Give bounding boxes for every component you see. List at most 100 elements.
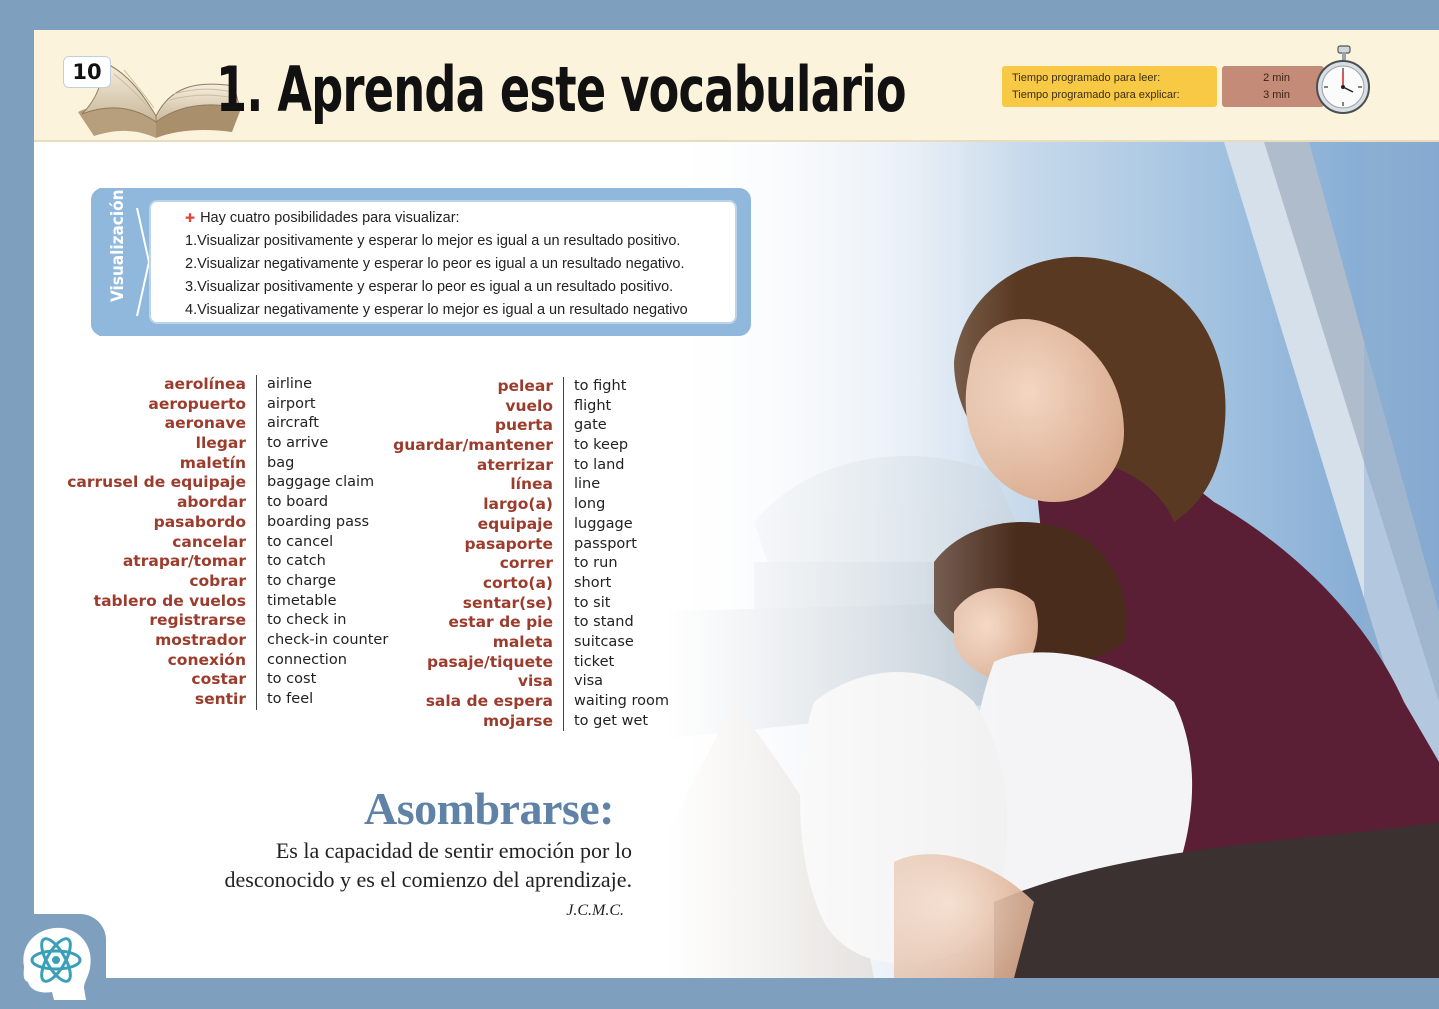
vocab-english-translation: passport: [574, 535, 637, 552]
vocab-english-translation: line: [574, 476, 601, 493]
vocab-english-translation: to land: [574, 456, 625, 473]
vocab-spanish-term: atrapar/tomar: [46, 552, 257, 572]
vocab-row: pasaporte passport: [334, 534, 669, 555]
vocab-spanish-term: guardar/mantener: [334, 436, 564, 456]
vocab-spanish-term: sala de espera: [334, 692, 564, 712]
vocab-spanish-term: llegar: [46, 434, 257, 454]
vocab-english-translation: to sit: [574, 594, 611, 611]
vocab-spanish-term: conexión: [46, 650, 257, 671]
vocab-english-translation: long: [574, 496, 606, 513]
vocab-spanish-term: cancelar: [46, 532, 257, 553]
vocab-english-translation: short: [574, 574, 612, 591]
vocab-spanish-term: puerta: [334, 416, 564, 437]
vocab-spanish-term: sentir: [46, 690, 257, 710]
vocab-row: guardar/mantener to keep: [334, 436, 669, 456]
time-values-box: 2 min 3 min: [1222, 66, 1324, 107]
vocab-spanish-term: abordar: [46, 493, 257, 513]
vocab-spanish-term: pasaje/tiquete: [334, 652, 564, 673]
visualization-item: 1.Visualizar positivamente y esperar lo …: [185, 233, 681, 249]
vocab-spanish-term: corto(a): [334, 573, 564, 594]
vocab-row: sala de espera waiting room: [334, 692, 669, 712]
vocab-spanish-term: aeropuerto: [46, 394, 257, 415]
vocab-english-translation: suitcase: [574, 633, 634, 650]
visualization-item: 3.Visualizar positivamente y esperar lo …: [185, 279, 674, 295]
time-labels-box: Tiempo programado para leer: Tiempo prog…: [1002, 66, 1217, 107]
vocab-spanish-term: registrarse: [46, 611, 257, 631]
vocab-spanish-term: sentar(se): [334, 593, 564, 614]
atom-head-icon: [23, 927, 91, 1000]
vocab-spanish-term: carrusel de equipaje: [46, 473, 257, 494]
vocab-spanish-term: tablero de vuelos: [46, 591, 257, 612]
vocab-english-translation: to stand: [574, 614, 634, 631]
vocab-row: vuelo flight: [334, 396, 669, 417]
vocab-spanish-term: mostrador: [46, 630, 257, 651]
vocab-english-translation: to arrive: [267, 435, 329, 452]
visualization-item: 4.Visualizar negativamente y esperar lo …: [185, 302, 688, 318]
page-number: 10: [63, 56, 111, 88]
vocab-spanish-term: cobrar: [46, 571, 257, 592]
vocab-list-right: pelear to fight vuelo flight puerta gate guard…: [334, 377, 669, 732]
time-read-label: Tiempo programado para leer:: [1012, 72, 1161, 84]
vocab-row: visa visa: [334, 672, 669, 692]
vocab-english-translation: to run: [574, 555, 618, 572]
vocab-english-translation: to fight: [574, 378, 627, 394]
vocab-spanish-term: costar: [46, 670, 257, 690]
vocab-english-translation: luggage: [574, 515, 633, 532]
vocab-spanish-term: pasabordo: [46, 512, 257, 533]
vocab-spanish-term: correr: [334, 554, 564, 574]
vocab-spanish-term: línea: [334, 475, 564, 496]
bottom-frame-band: [0, 978, 1439, 1009]
vocab-english-translation: aircraft: [267, 415, 319, 432]
vocab-spanish-term: vuelo: [334, 396, 564, 417]
vocab-english-translation: timetable: [267, 592, 337, 609]
vocab-spanish-term: mojarse: [334, 711, 564, 732]
vocab-row: puerta gate: [334, 416, 669, 437]
visualization-content: ✚ Hay cuatro posibilidades para visualiza…: [149, 200, 737, 324]
page-title: 1. Aprenda este vocabulario: [216, 53, 907, 126]
vocab-english-translation: airport: [267, 395, 316, 412]
vocab-row: largo(a) long: [334, 495, 669, 515]
vocab-row: estar de pie to stand: [334, 613, 669, 633]
vocab-english-translation: to cancel: [267, 533, 334, 550]
vocab-spanish-term: aterrizar: [334, 455, 564, 476]
vocab-english-translation: flight: [574, 397, 612, 414]
vocab-spanish-term: equipaje: [334, 514, 564, 535]
quote-title: Asombrarse:: [364, 783, 615, 834]
vocab-spanish-term: largo(a): [334, 495, 564, 515]
time-explain-value: 3 min: [1263, 89, 1290, 101]
vocab-row: correr to run: [334, 554, 669, 574]
time-explain-label: Tiempo programado para explicar:: [1012, 89, 1180, 101]
vocab-english-translation: to charge: [267, 572, 337, 589]
vocab-spanish-term: estar de pie: [334, 613, 564, 633]
vocab-english-translation: bag: [267, 454, 295, 471]
vocab-english-translation: visa: [574, 673, 604, 690]
vocab-english-translation: airline: [267, 376, 313, 392]
quote-text: Es la capacidad de sentir emoción por lo…: [154, 836, 632, 894]
vocab-spanish-term: pasaporte: [334, 534, 564, 555]
vocab-row: maleta suitcase: [334, 632, 669, 653]
vocab-english-translation: gate: [574, 417, 607, 434]
vocab-spanish-term: aeronave: [46, 414, 257, 435]
vocab-row: pelear to fight: [334, 377, 669, 397]
time-read-value: 2 min: [1263, 72, 1290, 84]
vocab-row: sentar(se) to sit: [334, 593, 669, 614]
vocab-spanish-term: maletín: [46, 453, 257, 474]
bullet-icon: ✚: [185, 211, 196, 225]
quote-author: J.C.M.C.: [566, 902, 624, 919]
visualization-label: Visualización: [108, 189, 128, 302]
vocab-row: mojarse to get wet: [334, 711, 669, 732]
vocab-english-translation: waiting room: [574, 693, 670, 709]
visualization-intro: ✚ Hay cuatro posibilidades para visualiza…: [185, 207, 735, 230]
visualization-box: Visualización ✚ Hay cuatro posibilidades …: [91, 188, 751, 336]
vocab-row: línea line: [334, 475, 669, 496]
vocab-spanish-term: aerolínea: [46, 375, 257, 395]
vocab-english-translation: to board: [267, 494, 329, 511]
vocab-english-translation: to feel: [267, 691, 314, 707]
page: 1. Aprenda este vocabulario Tiempo progr…: [34, 30, 1439, 978]
vocab-english-translation: to keep: [574, 437, 629, 454]
header: 1. Aprenda este vocabulario Tiempo progr…: [34, 30, 1439, 142]
vocab-english-translation: to get wet: [574, 712, 649, 729]
left-frame-band: [0, 0, 34, 1009]
vocab-spanish-term: pelear: [334, 377, 564, 397]
vocab-spanish-term: maleta: [334, 632, 564, 653]
